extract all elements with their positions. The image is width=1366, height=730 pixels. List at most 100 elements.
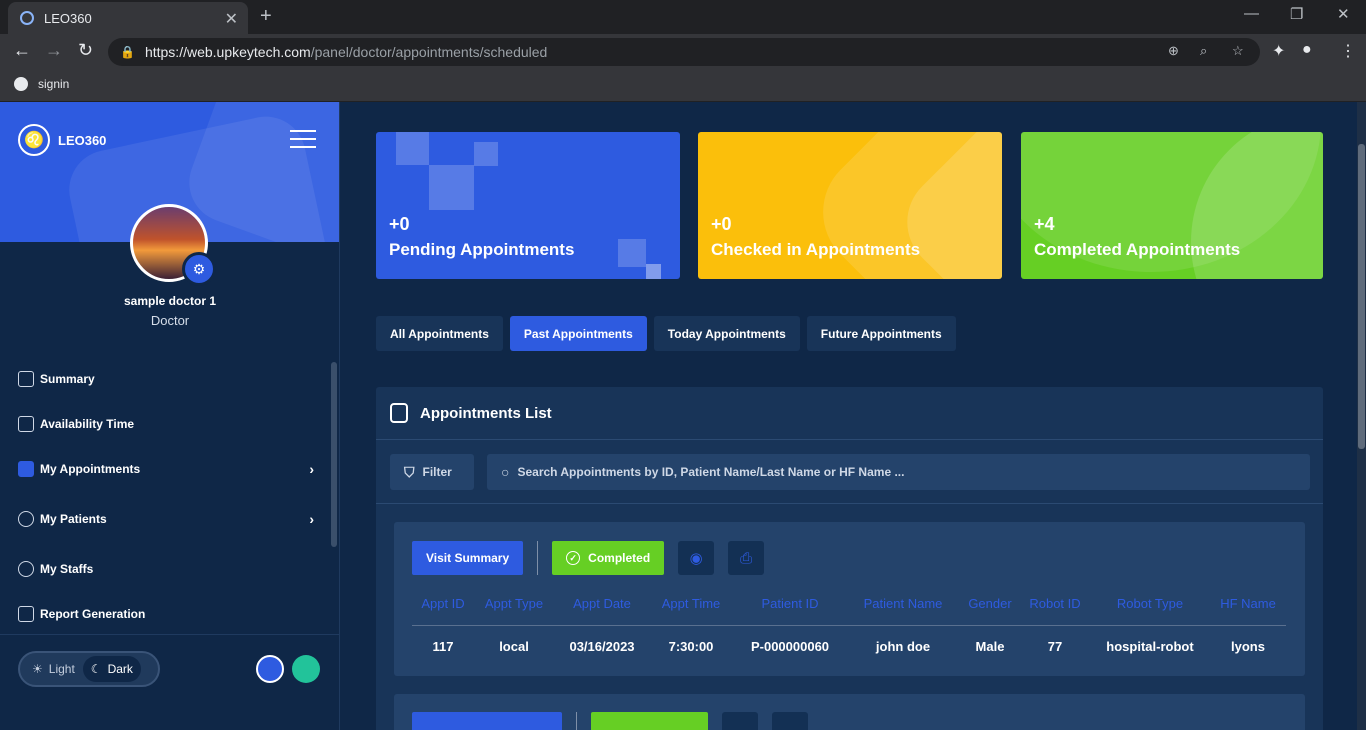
add-icon[interactable]: ⊕ bbox=[1168, 43, 1179, 59]
back-icon[interactable]: ← bbox=[13, 40, 31, 61]
card-actions bbox=[412, 712, 808, 730]
filter-button[interactable]: ⛉ Filter bbox=[390, 454, 474, 490]
star-icon[interactable]: ☆ bbox=[1232, 43, 1244, 59]
tab-past-appointments[interactable]: Past Appointments bbox=[509, 316, 647, 351]
tab-title: LEO360 bbox=[44, 10, 92, 26]
zoom-icon[interactable]: ⌕ bbox=[1200, 43, 1207, 59]
theme-light-option[interactable]: ☀ Light bbox=[24, 656, 83, 682]
column-header: Appt Type bbox=[484, 596, 544, 611]
column-header: Robot ID bbox=[1029, 596, 1081, 611]
lock-icon: 🔒 bbox=[120, 45, 135, 59]
stat-card-completed[interactable]: +4 Completed Appointments bbox=[1021, 132, 1323, 279]
reload-icon[interactable]: ↻ bbox=[78, 40, 93, 61]
address-bar[interactable]: 🔒 https://web.upkeytech.com /panel/docto… bbox=[108, 38, 1260, 66]
close-tab-icon[interactable]: ✕ bbox=[225, 9, 238, 29]
sidebar-item-my-staffs[interactable]: My Staffs bbox=[18, 557, 318, 581]
url-path: /panel/doctor/appointments/scheduled bbox=[310, 44, 548, 60]
page-scrollbar[interactable] bbox=[1357, 102, 1366, 730]
moon-icon: ☾ bbox=[90, 662, 102, 676]
print-icon[interactable]: ⎙ bbox=[728, 541, 765, 575]
check-circle-icon: ✓ bbox=[566, 551, 581, 565]
tab-future-appointments[interactable]: Future Appointments bbox=[806, 316, 956, 351]
gear-icon[interactable]: ⚙ bbox=[182, 252, 216, 286]
forward-icon[interactable]: → bbox=[45, 40, 63, 61]
color-swatch-teal[interactable] bbox=[292, 655, 320, 683]
column-header: Patient ID bbox=[761, 596, 819, 611]
hamburger-icon[interactable] bbox=[290, 130, 316, 154]
panel-title: Appointments List bbox=[420, 404, 552, 422]
bookmark-label: signin bbox=[38, 77, 70, 91]
action-button[interactable] bbox=[412, 712, 562, 730]
report-icon bbox=[18, 606, 34, 622]
menu-icon[interactable]: ⋮ bbox=[1340, 41, 1356, 61]
completed-button[interactable] bbox=[591, 712, 708, 730]
sidebar-item-summary[interactable]: Summary bbox=[18, 367, 318, 391]
print-icon[interactable] bbox=[772, 712, 808, 730]
card-actions: Visit Summary ✓ Completed ◉ ⎙ bbox=[412, 541, 765, 575]
completed-button[interactable]: ✓ Completed bbox=[552, 541, 665, 575]
restore-icon[interactable]: ❐ bbox=[1290, 5, 1303, 23]
sidebar-scrollbar[interactable] bbox=[331, 362, 337, 547]
stat-label: Completed Appointments bbox=[1034, 240, 1241, 259]
eye-icon[interactable]: ◉ bbox=[678, 541, 715, 575]
search-input[interactable]: ○ Search Appointments by ID, Patient Nam… bbox=[487, 454, 1310, 490]
column-header: Appt ID bbox=[421, 596, 465, 611]
appointment-card bbox=[394, 694, 1305, 730]
visit-summary-button[interactable]: Visit Summary bbox=[412, 541, 524, 575]
appointment-tabs: All Appointments Past Appointments Today… bbox=[376, 316, 963, 351]
column-header: Appt Date bbox=[573, 596, 631, 611]
stat-count: +0 bbox=[389, 214, 410, 234]
sidebar-item-label: Availability Time bbox=[40, 417, 135, 431]
table-cell: 7:30:00 bbox=[668, 639, 714, 654]
filter-icon: ⛉ bbox=[404, 463, 415, 480]
stat-card-checked-in[interactable]: +0 Checked in Appointments bbox=[698, 132, 1002, 279]
table-cell: 117 bbox=[432, 639, 454, 654]
sidebar-item-report-generation[interactable]: Report Generation bbox=[18, 602, 318, 626]
theme-dark-option[interactable]: ☾ Dark bbox=[82, 656, 141, 682]
table-header: Appt ID Appt Type Appt Date Appt Time Pa… bbox=[412, 596, 1286, 626]
browser-tabstrip: LEO360 ✕ + — ❐ ✕ bbox=[0, 0, 1366, 34]
sidebar-item-my-patients[interactable]: My Patients › bbox=[18, 507, 318, 531]
tab-today-appointments[interactable]: Today Appointments bbox=[653, 316, 800, 351]
close-window-icon[interactable]: ✕ bbox=[1337, 5, 1350, 23]
scrollbar-thumb[interactable] bbox=[1358, 144, 1365, 449]
react-icon bbox=[20, 11, 34, 25]
sidebar-item-label: My Patients bbox=[40, 512, 107, 526]
profile-icon[interactable]: ● bbox=[1302, 41, 1312, 59]
extensions-icon[interactable]: ✦ bbox=[1272, 41, 1285, 61]
calendar-icon bbox=[18, 416, 34, 432]
table-cell: 03/16/2023 bbox=[569, 639, 635, 654]
stat-label: Pending Appointments bbox=[389, 240, 575, 259]
table-cell: local bbox=[499, 639, 529, 654]
bookmarks-bar: signin bbox=[0, 70, 1366, 102]
staffs-icon bbox=[18, 561, 34, 577]
table-cell: lyons bbox=[1231, 639, 1265, 654]
panel-header: Appointments List bbox=[376, 387, 1323, 440]
stat-count: +4 bbox=[1034, 214, 1055, 234]
theme-toggle[interactable]: ☀ Light ☾ Dark bbox=[18, 651, 160, 687]
chart-icon bbox=[18, 371, 34, 387]
brand-logo[interactable]: ♌ LEO360 bbox=[18, 124, 106, 156]
new-tab-icon[interactable]: + bbox=[260, 5, 272, 28]
bookmark-signin[interactable]: signin bbox=[14, 77, 69, 91]
tab-all-appointments[interactable]: All Appointments bbox=[376, 316, 503, 351]
main-content: +0 Pending Appointments +0 Checked in Ap… bbox=[341, 102, 1357, 730]
column-header: Appt Time bbox=[661, 596, 721, 611]
color-swatch-blue[interactable] bbox=[256, 655, 284, 683]
table-cell: 77 bbox=[1047, 639, 1063, 654]
sidebar-item-availability-time[interactable]: Availability Time bbox=[18, 412, 318, 436]
appointments-panel: Appointments List ⛉ Filter ○ Search Appo… bbox=[376, 387, 1323, 730]
sun-icon: ☀ bbox=[32, 662, 43, 676]
stat-card-pending[interactable]: +0 Pending Appointments bbox=[376, 132, 680, 279]
minimize-icon[interactable]: — bbox=[1244, 5, 1259, 22]
sidebar-item-my-appointments[interactable]: My Appointments › bbox=[18, 457, 318, 481]
stat-label: Checked in Appointments bbox=[711, 240, 921, 259]
clipboard-icon bbox=[390, 403, 408, 423]
browser-tab[interactable]: LEO360 ✕ bbox=[8, 2, 248, 34]
eye-icon[interactable] bbox=[722, 712, 758, 730]
table-cell: john doe bbox=[875, 639, 931, 654]
patients-icon bbox=[18, 511, 34, 527]
sidebar: ♌ LEO360 ⚙ sample doctor 1 Doctor Summar… bbox=[0, 102, 340, 730]
search-placeholder: Search Appointments by ID, Patient Name/… bbox=[517, 465, 905, 479]
table-cell: P-000000060 bbox=[750, 639, 830, 654]
